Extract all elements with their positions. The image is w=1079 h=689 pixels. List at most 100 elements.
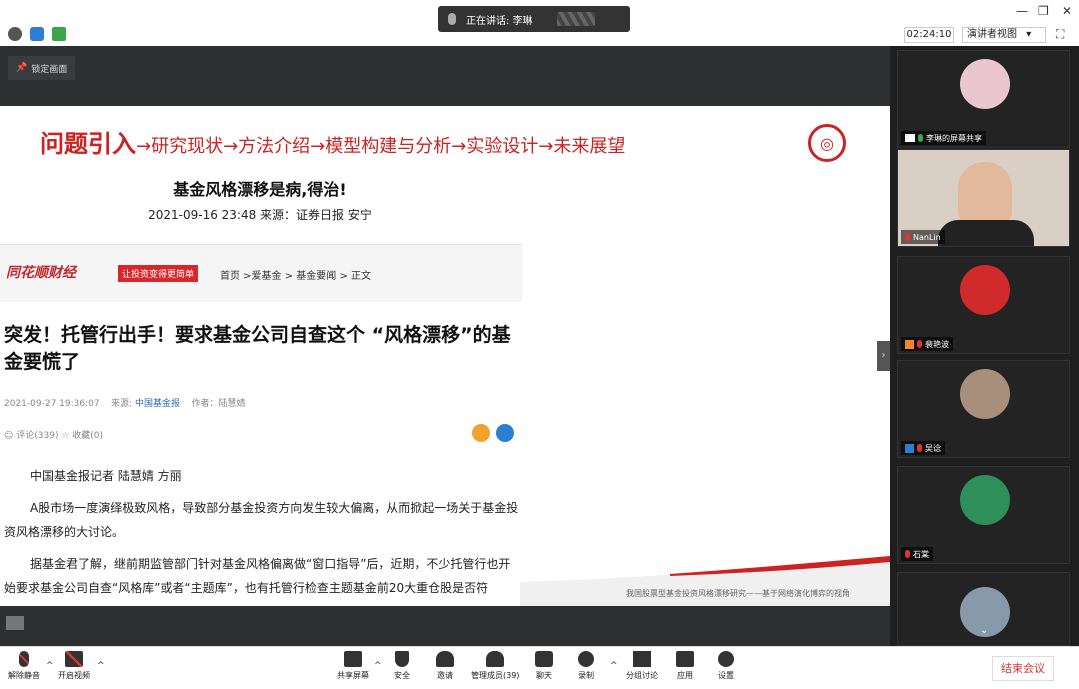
mic-muted-icon xyxy=(905,550,910,558)
collapse-panel-button[interactable]: › xyxy=(877,341,890,371)
end-meeting-button[interactable]: 结束会议 xyxy=(992,656,1054,681)
pin-view-button[interactable]: 📌 锁定画面 xyxy=(8,56,76,80)
shield-icon[interactable] xyxy=(30,27,44,41)
star-icon: ☆ xyxy=(61,431,70,441)
chat-button[interactable]: 聊天 xyxy=(535,651,553,681)
paragraph: A股市场一度演绎极致风格，导致部分基金投资方向发生较大偏离，从而掀起一场关于基金… xyxy=(4,501,519,539)
record-label: 录制 xyxy=(578,671,594,680)
participant-name-tag: 吴谂 xyxy=(901,441,945,455)
apps-label: 应用 xyxy=(677,671,693,680)
slide-heading-rest: →研究现状→方法介绍→模型构建与分析→实验设计→未来展望 xyxy=(136,136,626,157)
mic-muted-icon xyxy=(917,340,922,348)
mic-muted-icon xyxy=(917,444,922,452)
minimize-button[interactable]: — xyxy=(1016,4,1028,18)
comment-icon: ☺ xyxy=(4,431,14,441)
ths-tagline: 让投资变得更简单 xyxy=(118,265,199,282)
participant-name-tag: 裴艳波 xyxy=(901,337,953,351)
settings-button[interactable]: 设置 xyxy=(718,651,734,681)
participant-name: 李琳的屏幕共享 xyxy=(926,133,982,143)
security-label: 安全 xyxy=(394,671,410,680)
avatar xyxy=(960,475,1010,525)
participants-label: 管理成员(39) xyxy=(471,671,520,680)
participant-name: NanLin xyxy=(913,232,941,242)
chevron-up-icon[interactable]: ^ xyxy=(374,661,382,671)
participant-tile[interactable]: 裴艳波 xyxy=(897,256,1070,354)
video-body xyxy=(938,220,1034,246)
avatar xyxy=(960,265,1010,315)
user-icon xyxy=(905,443,914,453)
social-stats: ☺ 评论(339) ☆ 收藏(0) xyxy=(4,428,103,441)
scroll-down-icon[interactable]: ⌄ xyxy=(980,625,988,636)
participant-tile[interactable]: 吴谂 xyxy=(897,360,1070,458)
chat-label: 聊天 xyxy=(536,671,552,680)
news-date: 2021-09-27 19:36:07 xyxy=(4,399,100,409)
menu-icon[interactable] xyxy=(6,616,24,630)
breadcrumb: 首页 >爱基金 > 基金要闻 > 正文 xyxy=(220,271,372,282)
participant-name-tag: 石棠 xyxy=(901,547,933,561)
user-icon xyxy=(905,339,914,349)
presentation-slide: 问题引入→研究现状→方法介绍→模型构建与分析→实验设计→未来展望 ◎ 基金风格漂… xyxy=(0,106,890,606)
mic-muted-icon xyxy=(905,233,910,241)
chevron-up-icon[interactable]: ^ xyxy=(97,661,105,671)
participant-tile[interactable]: ⌄ xyxy=(897,572,1070,646)
slide-footnote: 我国股票型基金投资风格漂移研究——基于网络演化博弈的视角 xyxy=(626,589,850,598)
news-source-label: 来源: xyxy=(111,399,133,409)
speaking-indicator: 正在讲话: 李琳 xyxy=(438,6,630,32)
settings-label: 设置 xyxy=(718,671,734,680)
video-off-icon xyxy=(65,651,83,667)
weibo-icon xyxy=(472,424,490,442)
article-meta: 2021-09-16 23:48 来源：证券日报 安宁 xyxy=(148,208,372,222)
mic-muted-icon xyxy=(19,651,29,667)
apps-icon xyxy=(676,651,694,667)
invite-button[interactable]: 邀请 xyxy=(436,651,454,681)
invite-label: 邀请 xyxy=(437,671,453,680)
share-screen-icon xyxy=(344,651,362,667)
participant-name-tag: NanLin xyxy=(901,230,945,244)
ths-logo: 同花顺财经 xyxy=(6,265,76,281)
unmute-button[interactable]: 解除静音 xyxy=(8,651,40,681)
pin-icon: 📌 xyxy=(16,63,28,73)
info-icon[interactable] xyxy=(8,27,22,41)
view-mode-label: 演讲者视图 xyxy=(967,29,1017,40)
news-source: 中国基金报 xyxy=(134,399,180,409)
fullscreen-icon[interactable]: ⛶ xyxy=(1056,27,1064,42)
record-button[interactable]: 录制 xyxy=(578,651,594,681)
news-headline: 突发！托管行出手！要求基金公司自查这个 “风格漂移”的基金要慌了 xyxy=(4,324,511,373)
favorites-count: 收藏(0) xyxy=(72,431,104,441)
security-button[interactable]: 安全 xyxy=(394,651,410,681)
breakout-button[interactable]: 分组讨论 xyxy=(626,651,658,681)
start-video-label: 开启视频 xyxy=(58,671,90,680)
slide-heading: 问题引入→研究现状→方法介绍→模型构建与分析→实验设计→未来展望 xyxy=(40,124,625,159)
participant-tile[interactable]: NanLin xyxy=(897,149,1070,247)
share-screen-button[interactable]: 共享屏幕 xyxy=(337,651,369,681)
speaking-label: 正在讲话: 李琳 xyxy=(466,15,533,27)
start-video-button[interactable]: 开启视频 xyxy=(58,651,90,681)
participant-name: 石棠 xyxy=(913,549,929,559)
participant-name: 裴艳波 xyxy=(925,339,949,349)
view-mode-button[interactable]: 演讲者视图 ▾ xyxy=(962,27,1046,43)
signal-icon[interactable] xyxy=(52,27,66,41)
participant-name-tag: 李琳的屏幕共享 xyxy=(901,131,986,145)
qq-icon xyxy=(496,424,514,442)
add-user-icon xyxy=(436,651,454,667)
participants-button[interactable]: 管理成员(39) xyxy=(471,651,519,681)
avatar xyxy=(960,369,1010,419)
participant-tile[interactable]: 李琳的屏幕共享 xyxy=(897,50,1070,148)
news-meta: 2021-09-27 19:36:07 来源: 中国基金报 作者：陆慧婧 xyxy=(4,396,245,409)
chevron-up-icon[interactable]: ^ xyxy=(46,661,54,671)
apps-button[interactable]: 应用 xyxy=(676,651,694,681)
meeting-timer: 02:24:10 xyxy=(904,27,954,43)
meeting-toolbar: 解除静音 ^ 开启视频 ^ 共享屏幕 ^ 安全 邀请 管理成员(39) 聊天 录… xyxy=(0,646,1079,689)
close-button[interactable]: ✕ xyxy=(1062,4,1072,18)
slide-heading-main: 问题引入 xyxy=(40,130,136,158)
shared-screen: 📌 锁定画面 问题引入→研究现状→方法介绍→模型构建与分析→实验设计→未来展望 … xyxy=(0,46,890,646)
unmute-label: 解除静音 xyxy=(8,671,40,680)
chevron-down-icon: ▾ xyxy=(1026,29,1032,40)
breakout-label: 分组讨论 xyxy=(626,671,658,680)
paragraph: 据基金君了解，继前期监管部门针对基金风格偏离做“窗口指导”后，近期，不少托管行也… xyxy=(4,557,511,595)
chevron-up-icon[interactable]: ^ xyxy=(610,661,618,671)
participant-tile[interactable]: 石棠 xyxy=(897,466,1070,564)
shield-icon xyxy=(395,651,409,667)
comments-count: 评论(339) xyxy=(16,431,59,441)
restore-button[interactable]: ❐ xyxy=(1038,4,1049,18)
